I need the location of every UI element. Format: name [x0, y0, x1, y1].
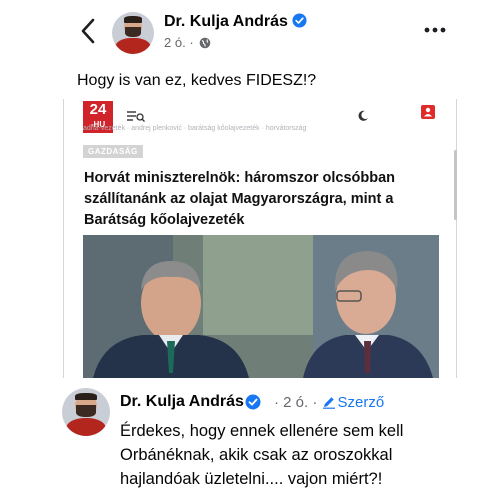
comment-author-name[interactable]: Dr. Kulja András	[120, 393, 244, 411]
comment-separator-2: ·	[312, 394, 318, 411]
article-scrollbar[interactable]	[454, 150, 457, 220]
article-tags: adria-vezeték · andrej plenković · barát…	[83, 125, 307, 132]
dark-mode-icon	[358, 110, 368, 121]
pencil-icon	[322, 397, 335, 409]
author-badge: Szerző	[322, 394, 385, 411]
article-photo	[83, 235, 439, 378]
menu-search-icon	[127, 111, 145, 122]
globe-icon[interactable]	[199, 37, 211, 49]
post-time[interactable]: 2 ó.	[164, 35, 186, 50]
comment-meta: · 2 ó. · Szerző	[274, 394, 384, 411]
article-headline: Horvát miniszterelnök: háromszor olcsóbb…	[84, 170, 396, 228]
meta-separator: ·	[189, 35, 194, 50]
section-label: GAZDASÁG	[83, 145, 143, 158]
post-meta: 2 ó. ·	[164, 35, 211, 50]
comment-time[interactable]: 2 ó.	[283, 394, 308, 411]
chevron-left-icon[interactable]	[76, 16, 100, 46]
author-badge-label: Szerző	[337, 394, 385, 411]
verified-badge-icon	[245, 394, 261, 410]
verified-badge-icon	[292, 13, 307, 28]
comment-text: Érdekes, hogy ennek ellenére sem kell Or…	[120, 422, 404, 488]
logo-number: 24	[89, 101, 107, 118]
more-options-icon[interactable]	[423, 26, 447, 34]
comment-separator-1: ·	[274, 394, 279, 411]
author-avatar[interactable]	[112, 12, 154, 54]
post-text: Hogy is van ez, kedves FIDESZ!?	[77, 72, 317, 89]
photo-illustration	[83, 235, 439, 378]
commenter-avatar[interactable]	[62, 388, 110, 436]
user-icon	[421, 105, 435, 119]
shared-article-image[interactable]: 24 -HU adria-vezeték · andrej plenković …	[63, 99, 457, 378]
post-author-name[interactable]: Dr. Kulja András	[164, 13, 307, 31]
author-name-text[interactable]: Dr. Kulja András	[164, 13, 288, 30]
post-header: Dr. Kulja András 2 ó. ·	[0, 0, 500, 62]
